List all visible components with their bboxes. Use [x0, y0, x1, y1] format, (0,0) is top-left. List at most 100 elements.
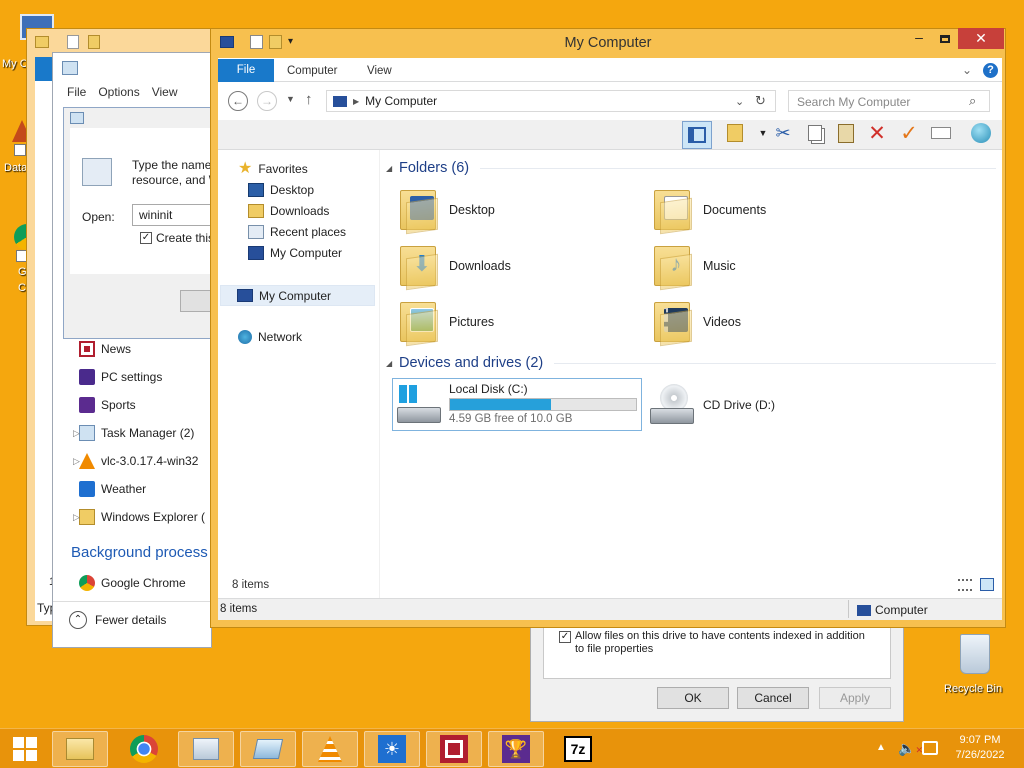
task-manager-icon [79, 425, 95, 441]
windows-logo-icon [13, 737, 37, 761]
folder-pictures[interactable]: Pictures [394, 296, 634, 348]
taskbar-run[interactable] [240, 731, 296, 767]
new-folder-icon[interactable] [269, 35, 282, 49]
expand-chevron-icon[interactable]: ▷ [73, 456, 80, 467]
run-open-input[interactable]: wininit [132, 204, 214, 226]
paste-icon[interactable] [835, 122, 857, 144]
taskbar-file-explorer[interactable] [52, 731, 108, 767]
volume-muted-icon[interactable]: 🔈✕ [898, 740, 923, 757]
forward-button[interactable]: → [257, 91, 277, 111]
cancel-button[interactable]: Cancel [737, 687, 809, 709]
nav-recent-places[interactable]: Recent places [248, 225, 346, 239]
help-icon[interactable]: ? [983, 63, 998, 78]
chevron-down-icon[interactable]: ▾ [288, 35, 293, 49]
tab-view[interactable]: View [367, 60, 392, 82]
folder-desktop[interactable]: Desktop [394, 184, 634, 236]
show-hidden-icons-chevron-icon[interactable]: ▲ [876, 742, 886, 753]
weather-icon [79, 481, 95, 497]
tab-file[interactable]: File [218, 59, 274, 82]
large-icons-view-icon[interactable] [980, 578, 994, 591]
address-bar[interactable]: ▶ My Computer ⌄ ↻ [326, 90, 776, 112]
properties-icon[interactable] [724, 122, 746, 144]
run-ok-button[interactable] [180, 290, 214, 312]
search-input[interactable]: Search My Computer ⌕ [788, 90, 990, 112]
taskbar-weather[interactable]: ☀ [364, 731, 420, 767]
list-item[interactable]: News [53, 335, 131, 363]
taskbar-task-manager[interactable] [178, 731, 234, 767]
details-view-icon[interactable] [958, 579, 972, 591]
tab-computer[interactable]: Computer [287, 60, 338, 82]
start-button[interactable] [2, 731, 48, 767]
delete-icon[interactable]: ✕ [866, 122, 888, 145]
file-explorer-icon [66, 738, 94, 760]
ribbon-expand-chevron-icon[interactable]: ⌄ [962, 63, 972, 77]
group-collapse-icon[interactable]: ◢ [386, 359, 392, 368]
taskbar-7zip[interactable]: 7z [550, 731, 606, 767]
nav-my-computer[interactable]: My Computer [220, 285, 375, 306]
task-manager-icon [62, 61, 78, 75]
chrome-icon [79, 575, 95, 591]
nav-favorites[interactable]: ★ Favorites [238, 161, 308, 177]
task-manager-window[interactable]: File Options View Type the name resource… [52, 52, 220, 648]
list-item[interactable]: Sports [53, 391, 136, 419]
index-checkbox[interactable]: ✓ [559, 631, 571, 643]
run-open-label: Open: [82, 210, 115, 224]
menu-options[interactable]: Options [98, 85, 139, 99]
list-item[interactable]: Weather [53, 475, 146, 503]
network-icon[interactable] [922, 741, 938, 755]
taskbar-chrome[interactable] [116, 731, 172, 767]
nav-my-computer-favorite[interactable]: My Computer [248, 246, 342, 260]
folder-music[interactable]: ♪ Music [648, 240, 888, 292]
recycle-bin-icon [960, 634, 990, 674]
address-dropdown-icon[interactable]: ⌄ [735, 95, 744, 108]
list-item[interactable]: ▷ Task Manager (2) [53, 419, 194, 447]
clock[interactable]: 9:07 PM 7/26/2022 [952, 733, 1008, 763]
list-item[interactable]: ▷ Windows Explorer ( [53, 503, 205, 531]
desktop-icon-recycle-bin[interactable]: Recycle Bin [940, 632, 1010, 696]
apply-button[interactable]: Apply [819, 687, 891, 709]
ok-button[interactable]: OK [657, 687, 729, 709]
minimize-button[interactable]: – [906, 29, 932, 49]
drive-d[interactable]: CD Drive (D:) [648, 378, 898, 431]
run-admin-checkbox[interactable]: ✓ [140, 232, 152, 244]
list-item[interactable]: ▷ vlc-3.0.17.4-win32 [53, 447, 198, 475]
preview-pane-icon[interactable] [682, 121, 712, 149]
vlc-icon [318, 736, 342, 762]
expand-chevron-icon[interactable]: ▷ [73, 428, 80, 439]
run-icon [252, 739, 284, 759]
close-button[interactable]: ✕ [958, 28, 1004, 49]
taskbar-vlc[interactable] [302, 731, 358, 767]
taskbar-news[interactable] [426, 731, 482, 767]
group-collapse-icon[interactable]: ◢ [386, 164, 392, 173]
maximize-button[interactable] [932, 29, 958, 49]
nav-downloads[interactable]: Downloads [248, 204, 329, 218]
nav-desktop[interactable]: Desktop [248, 183, 314, 197]
expand-chevron-icon[interactable]: ▷ [73, 512, 80, 523]
taskbar-sports[interactable]: 🏆 [488, 731, 544, 767]
menu-view[interactable]: View [152, 85, 178, 99]
refresh-icon[interactable]: ↻ [755, 93, 766, 109]
globe-icon[interactable] [970, 122, 992, 144]
folder-videos[interactable]: Videos [648, 296, 888, 348]
list-item[interactable]: PC settings [53, 363, 162, 391]
rename-icon[interactable] [930, 122, 952, 144]
fewer-details-button[interactable]: ⌃ Fewer details [69, 611, 166, 629]
copy-icon[interactable] [804, 122, 826, 144]
menu-file[interactable]: File [67, 85, 86, 99]
folder-downloads[interactable]: ⬇ Downloads [394, 240, 634, 292]
folder-documents[interactable]: Documents [648, 184, 888, 236]
recent-locations-chevron-icon[interactable]: ▼ [286, 94, 295, 104]
desktop-icon [248, 183, 264, 197]
drive-c[interactable]: Local Disk (C:) 4.59 GB free of 10.0 GB [392, 378, 642, 431]
back-button[interactable]: ← [228, 91, 248, 111]
checkmark-icon[interactable]: ✓ [898, 122, 920, 145]
nav-network[interactable]: Network [238, 330, 302, 344]
properties-icon[interactable] [250, 35, 263, 49]
chevron-down-icon[interactable]: ▼ [752, 122, 774, 144]
list-item[interactable]: Google Chrome [53, 569, 186, 597]
run-dialog[interactable]: Type the name resource, and W Open: wini… [63, 107, 220, 339]
group-divider [554, 363, 996, 364]
cut-icon[interactable]: ✂ [772, 122, 794, 144]
task-manager-icon [193, 738, 219, 760]
up-button[interactable]: ↑ [305, 91, 313, 108]
